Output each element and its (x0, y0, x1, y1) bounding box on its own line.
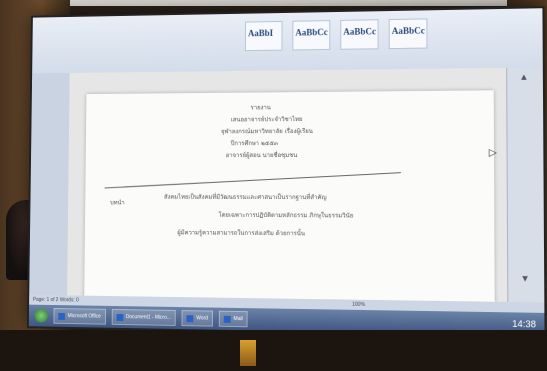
styles-gallery[interactable]: AaBbI AaBbCc AaBbCc AaBbCc (244, 18, 428, 52)
header-line-1: รายงาน (250, 104, 271, 112)
word-icon (116, 313, 123, 321)
taskbar-item-2[interactable]: Document1 - Micro... (111, 308, 176, 326)
body-line-3: ผู้มีความรู้ความสามารถในการส่งเสริม ด้วย… (177, 229, 305, 238)
body-line-1: สังคมไทยเป็นสังคมที่มีวัฒนธรรมและศาสนาเป… (163, 193, 327, 202)
document-page[interactable]: รายงาน เสนออาจารย์ประจำวิชาไทย จุฬาลงกรณ… (84, 90, 495, 317)
header-line-4: ปีการศึกษา ๒๕๕๓ (230, 140, 278, 148)
vertical-scrollbar[interactable]: ▲ ▼ (506, 67, 545, 315)
body-line-2: โดยเฉพาะการปฏิบัติตามหลักธรรม ภิกษุในธรร… (218, 211, 354, 220)
taskbar-clock: 14:38 (512, 318, 537, 330)
mail-icon (223, 315, 231, 323)
style-sample-3[interactable]: AaBbCc (340, 19, 379, 50)
taskbar-item-4[interactable]: Mail (218, 310, 248, 328)
header-line-5: อาจารย์ผู้สอน นายชื่อชุมชน (225, 151, 298, 160)
word-ribbon: AaBbI AaBbCc AaBbCc AaBbCc (32, 8, 543, 75)
word-icon (186, 314, 194, 322)
document-area: รายงาน เสนออาจารย์ประจำวิชาไทย จุฬาลงกรณ… (66, 67, 508, 317)
style-sample-2[interactable]: AaBbCc (292, 20, 331, 51)
header-line-3: จุฬาลงกรณ์มหาวิทยาลัย เรื่องผู้เรียน (220, 127, 313, 136)
decorative-object (240, 340, 256, 366)
floor-area (0, 330, 547, 371)
projector-screen: AaBbI AaBbCc AaBbCc AaBbCc รายงาน เสนออา… (26, 6, 547, 338)
ceiling (0, 0, 547, 6)
header-line-2: เสนออาจารย์ประจำวิชาไทย (230, 116, 303, 124)
mouse-pointer-icon: ▷ (488, 147, 497, 159)
scroll-down-icon[interactable]: ▼ (519, 273, 532, 284)
taskbar-item-3[interactable]: Word (181, 310, 213, 327)
zoom-level[interactable]: 100% (352, 302, 365, 308)
style-sample-1[interactable]: AaBbI (244, 20, 283, 52)
app-icon (58, 312, 65, 320)
scroll-up-icon[interactable]: ▲ (518, 72, 531, 82)
taskbar-item-1[interactable]: Microsoft Office (53, 307, 106, 325)
navigation-pane (29, 72, 70, 308)
separator-line (104, 172, 401, 189)
style-sample-4[interactable]: AaBbCc (388, 18, 428, 50)
photo-scene: AaBbI AaBbCc AaBbCc AaBbCc รายงาน เสนออา… (0, 0, 547, 371)
status-page-info: Page: 1 of 2 Words: 0 (32, 296, 79, 304)
section-label: บทนำ (109, 199, 125, 207)
start-button-icon[interactable] (34, 308, 48, 323)
